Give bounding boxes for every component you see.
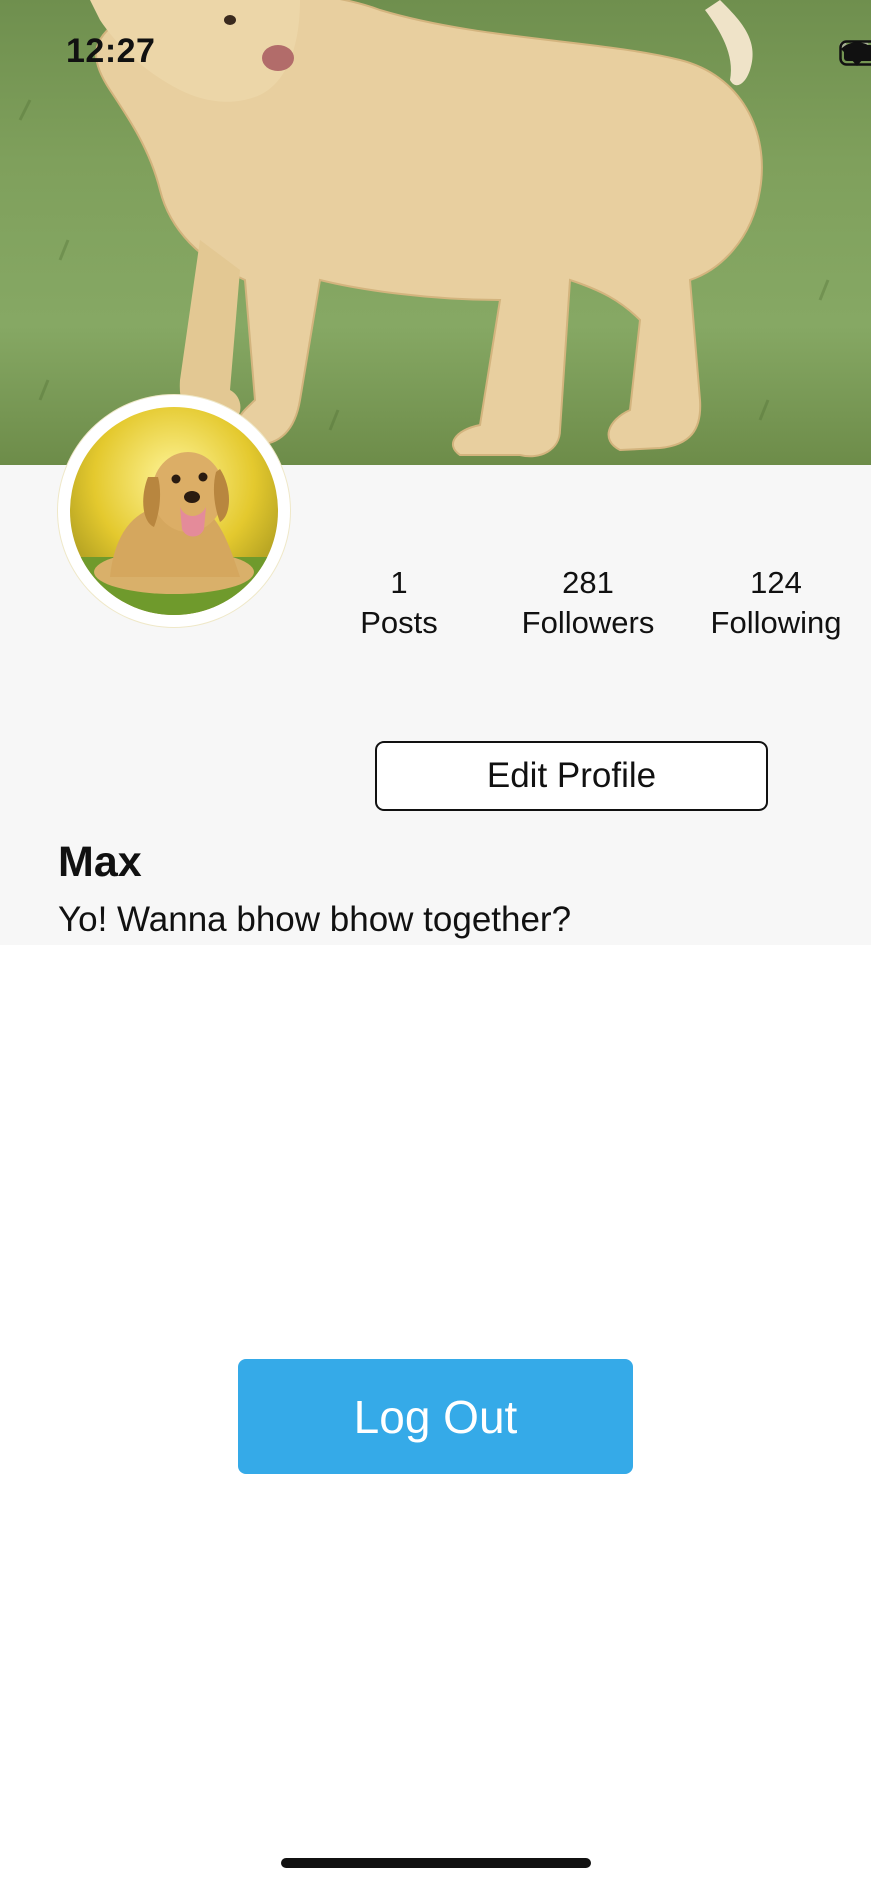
home-indicator[interactable] (281, 1858, 591, 1868)
battery-icon (839, 40, 871, 66)
avatar[interactable] (58, 395, 290, 627)
edit-profile-button[interactable]: Edit Profile (375, 741, 768, 811)
stat-following-label: Following (710, 605, 842, 640)
stat-following[interactable]: 124 Following (676, 563, 871, 643)
avatar-image (70, 407, 278, 615)
avatar-dog-illustration (70, 407, 278, 615)
stat-posts-label: Posts (360, 605, 438, 640)
profile-screen: 12:27 1 Posts 281 Followers 124 Followin… (0, 0, 871, 1888)
stat-posts-value: 1 (390, 565, 408, 600)
status-bar-time: 12:27 (66, 32, 156, 70)
stat-followers[interactable]: 281 Followers (488, 563, 688, 643)
stat-following-value: 124 (750, 565, 802, 600)
stat-followers-label: Followers (521, 605, 655, 640)
stat-followers-value: 281 (562, 565, 614, 600)
profile-bio: Yo! Wanna bhow bhow together? (58, 900, 572, 939)
profile-name: Max (58, 838, 142, 886)
stat-posts[interactable]: 1 Posts (299, 563, 499, 643)
cover-photo: 12:27 (0, 0, 871, 465)
log-out-button[interactable]: Log Out (238, 1359, 633, 1474)
